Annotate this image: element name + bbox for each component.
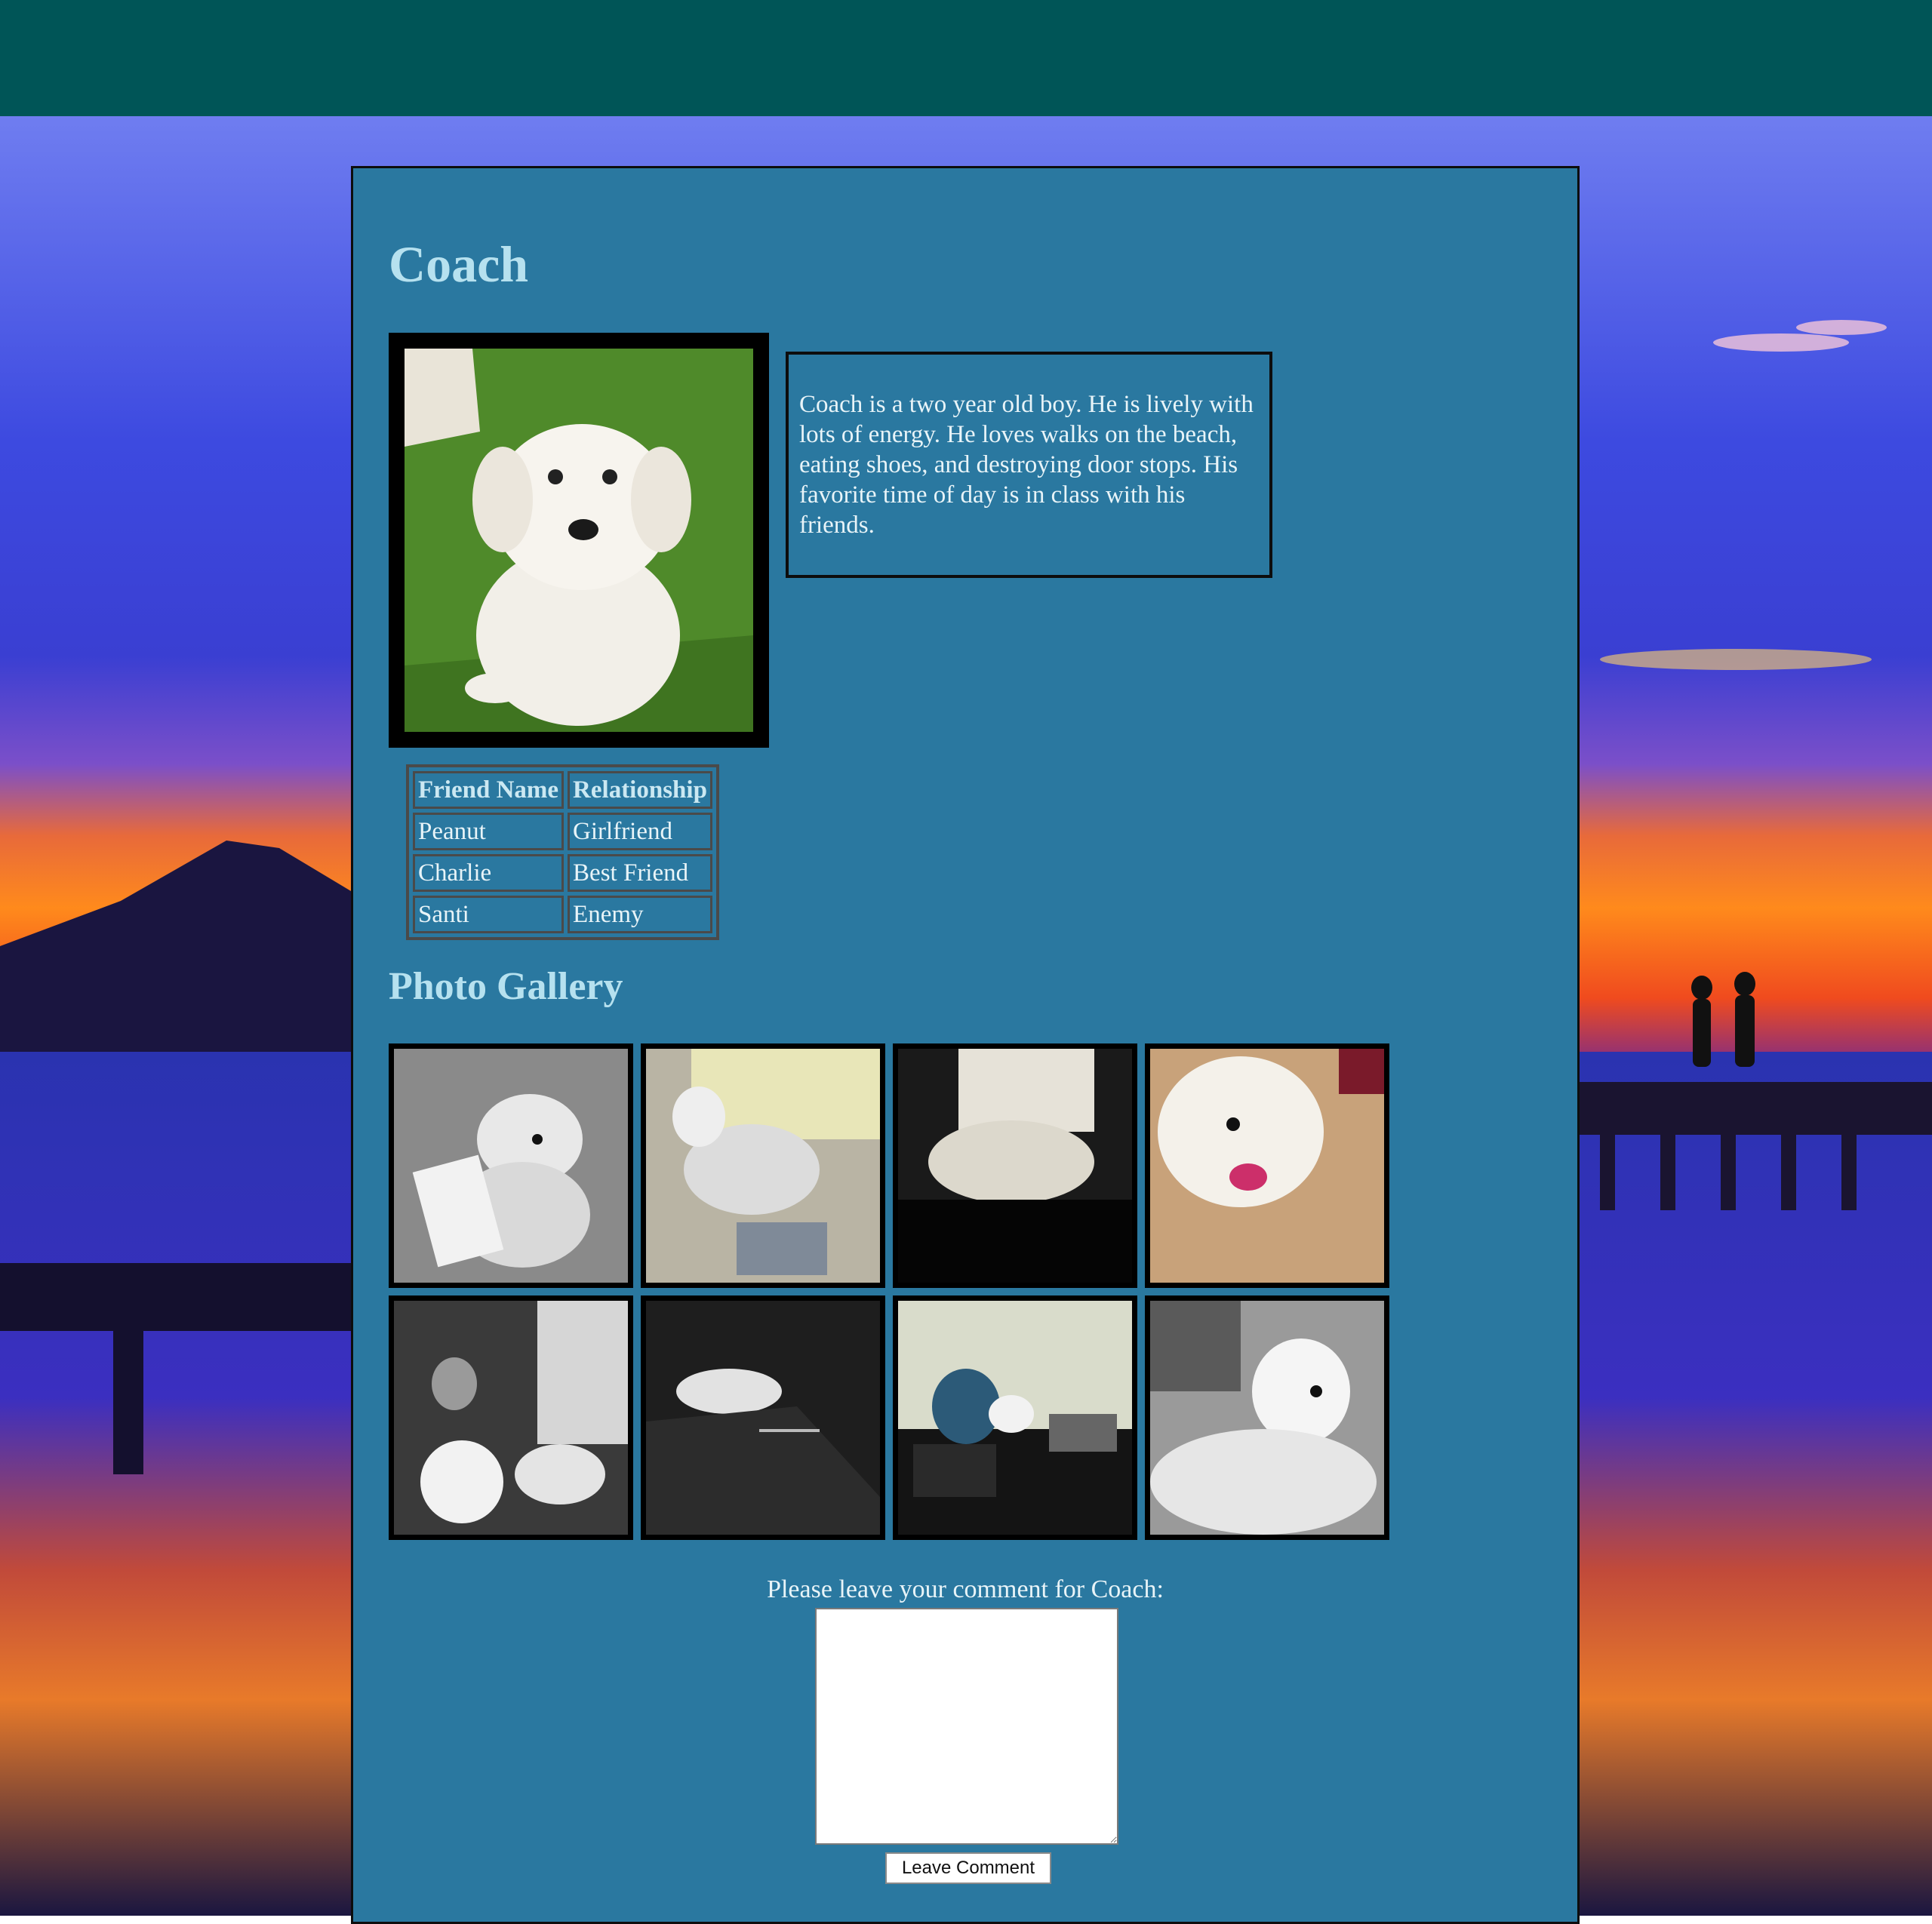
table-row: Santi Enemy [413,896,712,933]
gallery-photo-4[interactable] [1145,1043,1389,1288]
gallery-photo-3[interactable] [893,1043,1137,1288]
gallery-photo-2[interactable] [641,1043,885,1288]
top-bar [0,0,1932,116]
gallery-photo-7[interactable] [893,1295,1137,1540]
friend-name-cell: Charlie [413,854,565,892]
relationship-cell: Best Friend [568,854,712,892]
friend-name-cell: Santi [413,896,565,933]
gallery-photo-5[interactable] [389,1295,633,1540]
page-title: Coach [389,235,529,293]
bio-text: Coach is a two year old boy. He is livel… [799,391,1254,539]
gallery-title: Photo Gallery [389,965,623,1008]
gallery-photo-6[interactable] [641,1295,885,1540]
bio-box: Coach is a two year old boy. He is livel… [786,352,1272,578]
gallery-photo-8[interactable] [1145,1295,1389,1540]
profile-panel: Coach Coach is a two year old boy. He is… [351,166,1580,1924]
column-header: Relationship [568,771,712,809]
column-header: Friend Name [413,771,565,809]
friends-table: Friend Name Relationship Peanut Girlfrie… [406,764,719,940]
comment-label: Please leave your comment for Coach: [767,1575,1164,1603]
leave-comment-button[interactable]: Leave Comment [885,1852,1051,1884]
gallery-photo-1[interactable] [389,1043,633,1288]
table-row: Peanut Girlfriend [413,813,712,850]
profile-photo [389,333,769,748]
table-header-row: Friend Name Relationship [413,771,712,809]
relationship-cell: Enemy [568,896,712,933]
relationship-cell: Girlfriend [568,813,712,850]
table-row: Charlie Best Friend [413,854,712,892]
friend-name-cell: Peanut [413,813,565,850]
comment-textarea[interactable] [815,1608,1118,1845]
